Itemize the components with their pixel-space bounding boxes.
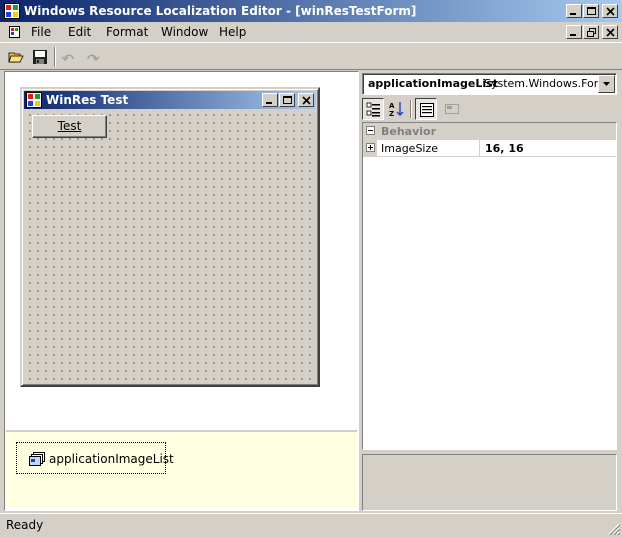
categorized-icon [366,102,380,117]
property-description-pane [362,454,617,511]
category-behavior[interactable]: Behavior [363,123,616,140]
statusbar: Ready [0,513,622,537]
form-maximize-button[interactable] [279,93,295,107]
undo-button[interactable] [58,46,80,68]
menu-format[interactable]: Format [106,25,148,39]
form-title: WinRes Test [46,93,129,107]
designed-form[interactable]: WinRes Test Test [20,87,320,387]
tray-component-application-image-list[interactable]: applicationImageList [16,442,174,474]
property-grid[interactable]: Behavior ImageSize 16, 16 [362,122,617,450]
document-icon[interactable] [8,25,22,39]
collapse-icon[interactable] [366,126,375,135]
expand-icon[interactable] [366,143,375,152]
test-button-label: Test [57,119,82,133]
menubar: File Edit Format Window Help [0,22,622,42]
design-surface[interactable]: WinRes Test Test [6,73,357,428]
maximize-button[interactable] [583,4,599,18]
properties-toolbar-separator [410,100,412,118]
close-icon [606,7,615,16]
menu-window[interactable]: Window [161,25,208,39]
property-value[interactable]: 16, 16 [485,142,524,155]
test-button[interactable]: Test [32,115,107,138]
property-name: ImageSize [381,142,439,155]
image-list-icon [29,452,45,466]
properties-toolbar: A Z [362,97,617,121]
alphabetical-button[interactable]: A Z [386,98,408,120]
window-title: Windows Resource Localization Editor - [… [24,4,417,18]
mdi-minimize-button[interactable] [566,25,582,39]
maximize-icon [587,7,596,15]
mdi-restore-button[interactable] [583,25,599,39]
object-selector[interactable]: applicationImageList System.Windows.Form [362,73,617,95]
form-client-area[interactable]: Test [24,109,316,383]
save-button[interactable] [29,46,51,68]
undo-icon [61,54,74,61]
property-row-image-size[interactable]: ImageSize 16, 16 [363,140,616,157]
open-button[interactable] [5,46,27,68]
properties-button[interactable] [415,98,437,120]
menu-edit[interactable]: Edit [68,25,91,39]
winres-app-icon [4,3,20,19]
svg-text:A: A [389,102,395,110]
close-button[interactable] [602,4,618,18]
events-button[interactable] [441,98,463,120]
save-icon [33,50,47,64]
redo-button[interactable] [81,46,103,68]
toolbar-separator [54,47,56,67]
minimize-icon [570,34,576,36]
alphabetical-icon: A Z [389,102,404,117]
minimize-button[interactable] [566,4,582,18]
winres-app-icon [26,92,42,108]
form-close-button[interactable] [298,93,314,107]
form-titlebar[interactable]: WinRes Test [24,91,316,109]
redo-icon [87,54,100,61]
designer-pane: WinRes Test Test applicationImageList [4,71,359,511]
status-text: Ready [6,518,44,532]
restore-icon [587,28,596,37]
category-label: Behavior [381,125,437,138]
minimize-icon [266,102,272,104]
component-tray[interactable]: applicationImageList [6,430,357,508]
selected-object-type: System.Windows.Form [484,77,609,90]
open-folder-icon [8,52,24,63]
form-minimize-button[interactable] [262,93,278,107]
tray-component-label: applicationImageList [49,452,174,466]
menu-file[interactable]: File [31,25,51,39]
maximize-icon [283,96,292,104]
minimize-icon [570,13,576,15]
menu-help[interactable]: Help [219,25,246,39]
toolbar [0,42,622,70]
window-titlebar[interactable]: Windows Resource Localization Editor - [… [0,0,622,22]
properties-icon [420,103,434,117]
object-selector-dropdown[interactable] [598,75,615,93]
resize-grip-icon[interactable] [608,523,620,535]
properties-panel: applicationImageList System.Windows.Form… [362,71,619,511]
close-icon [606,28,615,37]
chevron-down-icon [603,82,610,86]
svg-text:Z: Z [389,110,394,117]
mdi-close-button[interactable] [602,25,618,39]
selected-object-name: applicationImageList [368,77,498,90]
property-column-divider[interactable] [479,140,480,157]
events-icon [445,104,459,114]
close-icon [302,96,311,105]
categorized-button[interactable] [362,98,384,120]
